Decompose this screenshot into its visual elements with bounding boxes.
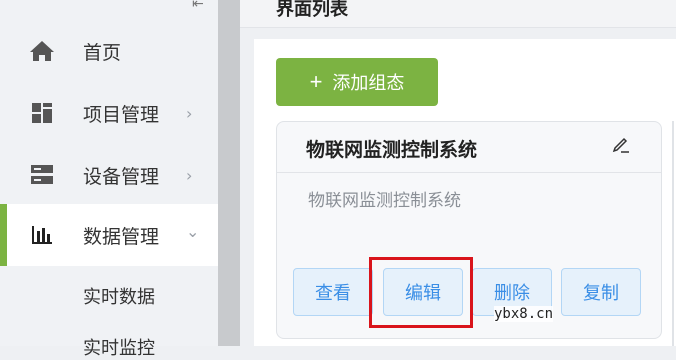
add-config-label: 添加组态 — [332, 73, 405, 93]
sidebar-item-home[interactable]: 首页 — [0, 20, 218, 82]
sidebar-item-label: 项目管理 — [83, 103, 160, 126]
collapse-arrow-icon[interactable]: ⇤ — [192, 0, 204, 12]
sidebar-subitem-realtime-monitor[interactable]: 实时监控 — [83, 334, 155, 360]
card-divider — [277, 172, 661, 173]
scroll-gutter — [218, 0, 240, 346]
view-button[interactable]: 查看 — [293, 268, 373, 316]
bar-chart-icon — [29, 222, 55, 248]
add-config-button[interactable]: + 添加组态 — [276, 58, 438, 106]
sidebar-item-data[interactable]: 数据管理 ⌄ — [0, 204, 218, 266]
plus-icon: + — [309, 69, 323, 94]
sidebar-subitem-realtime-data[interactable]: 实时数据 — [83, 283, 155, 309]
sidebar: ⇤ 首页 项目管理 › 设备管理 › 数据管理 ⌄ 实时数据 实时监控 — [0, 0, 218, 359]
next-card-edge — [672, 121, 674, 346]
copy-button[interactable]: 复制 — [561, 268, 641, 316]
chevron-right-icon: › — [186, 165, 193, 185]
card-title: 物联网监测控制系统 — [306, 139, 478, 161]
sidebar-item-label: 首页 — [83, 41, 122, 64]
chevron-right-icon: › — [186, 103, 193, 123]
page-title: 界面列表 — [276, 0, 348, 20]
highlight-box — [369, 257, 473, 328]
sidebar-item-label: 设备管理 — [83, 165, 160, 188]
chevron-down-icon: ⌄ — [186, 222, 200, 241]
home-icon — [29, 38, 55, 64]
watermark: ybx8.cn — [494, 306, 554, 322]
sidebar-item-projects[interactable]: 项目管理 › — [0, 82, 218, 144]
sidebar-item-devices[interactable]: 设备管理 › — [0, 144, 218, 206]
sidebar-item-label: 数据管理 — [83, 225, 160, 248]
card-description: 物联网监测控制系统 — [308, 191, 461, 211]
page-header: 界面列表 — [240, 0, 676, 28]
grid-icon — [29, 100, 55, 126]
device-icon — [29, 162, 55, 188]
active-indicator — [0, 204, 7, 266]
pencil-icon[interactable] — [611, 134, 631, 159]
